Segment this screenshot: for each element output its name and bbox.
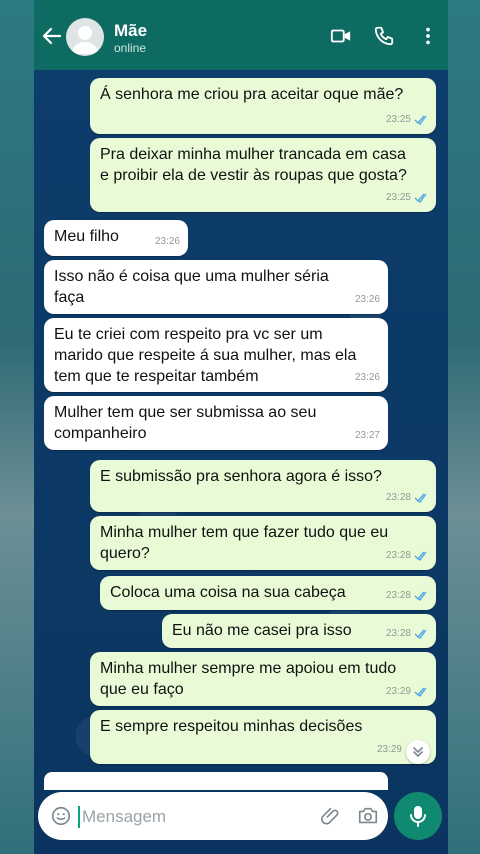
message-time: 23:28	[385, 550, 411, 561]
message-text: Pra deixar minha mulher trancada em casa…	[100, 146, 407, 184]
message-text: Eu te criei com respeito pra vc ser um m…	[54, 326, 357, 385]
chat-screen: Mãe online Á senhora me criou pra aceita…	[34, 0, 448, 854]
message-time: 23:28	[385, 590, 411, 601]
message-text: Mulher tem que ser submissa ao seu compa…	[54, 404, 317, 442]
message-text: Minha mulher sempre me apoiou em tudo qu…	[100, 660, 397, 698]
contact-status: online	[114, 41, 147, 55]
camera-icon[interactable]	[357, 805, 379, 827]
message-time: 23:29	[376, 744, 402, 755]
message-time: 23:25	[385, 192, 411, 203]
message-input[interactable]: Mensagem	[38, 792, 388, 840]
message-time: 23:25	[385, 114, 411, 125]
emoji-icon[interactable]	[50, 805, 72, 827]
read-ticks-icon	[414, 115, 427, 125]
message-bubble[interactable]: Eu te criei com respeito pra vc ser um m…	[44, 318, 388, 392]
message-time: 23:29	[385, 686, 411, 697]
message-bubble[interactable]: Pra deixar minha mulher trancada em casa…	[90, 138, 436, 212]
message-time: 23:28	[385, 492, 411, 503]
microphone-icon	[410, 806, 426, 827]
message-text: Isso não é coisa que uma mulher séria fa…	[54, 268, 329, 306]
message-text: E submissão pra senhora agora é isso?	[100, 468, 382, 485]
read-ticks-icon	[414, 629, 427, 639]
message-bubble[interactable]: Mulher tem que ser submissa ao seu compa…	[44, 396, 388, 450]
message-bubble[interactable]: Coloca uma coisa na sua cabeça 23:28	[100, 576, 436, 610]
message-bubble[interactable]: Isso não é coisa que uma mulher séria fa…	[44, 260, 388, 314]
message-time: 23:26	[154, 236, 180, 247]
phone-call-icon[interactable]	[373, 25, 395, 47]
read-ticks-icon	[414, 551, 427, 561]
message-bubble[interactable]: Á senhora me criou pra aceitar oque mãe?…	[90, 78, 436, 134]
back-arrow-icon[interactable]	[40, 24, 64, 48]
double-chevron-down-icon	[413, 747, 423, 758]
message-text: Minha mulher tem que fazer tudo que eu q…	[100, 524, 389, 562]
contact-name[interactable]: Mãe	[114, 21, 147, 41]
chat-header: Mãe online	[34, 0, 448, 70]
paperclip-icon[interactable]	[320, 805, 342, 827]
scroll-to-bottom-button[interactable]	[406, 740, 430, 764]
read-ticks-icon	[414, 687, 427, 697]
message-time: 23:26	[354, 372, 380, 383]
message-bubble[interactable]: E sempre respeitou minhas decisões 23:29	[90, 710, 436, 764]
message-composer: Mensagem	[34, 788, 448, 854]
message-text: Coloca uma coisa na sua cabeça	[110, 584, 346, 601]
video-call-icon[interactable]	[330, 25, 352, 47]
message-bubble[interactable]: Meu filho 23:26	[44, 220, 188, 256]
message-text: Á senhora me criou pra aceitar oque mãe?	[100, 86, 404, 103]
avatar[interactable]	[66, 18, 104, 56]
message-time: 23:28	[385, 628, 411, 639]
message-bubble[interactable]: Minha mulher tem que fazer tudo que eu q…	[90, 516, 436, 570]
message-bubble[interactable]: E submissão pra senhora agora é isso? 23…	[90, 460, 436, 512]
read-ticks-icon	[414, 493, 427, 503]
more-options-icon[interactable]	[417, 25, 439, 47]
blurred-right-band	[448, 0, 480, 854]
message-bubble[interactable]: Eu não me casei pra isso 23:28	[162, 614, 436, 648]
read-ticks-icon	[414, 193, 427, 203]
message-time: 23:26	[354, 294, 380, 305]
read-ticks-icon	[414, 591, 427, 601]
default-avatar-icon	[71, 26, 99, 54]
blurred-left-band	[0, 0, 34, 854]
message-input-placeholder[interactable]: Mensagem	[78, 806, 166, 828]
message-time: 23:27	[354, 430, 380, 441]
message-text: E sempre respeitou minhas decisões	[100, 718, 363, 735]
voice-message-button[interactable]	[394, 792, 442, 840]
message-bubble[interactable]: Minha mulher sempre me apoiou em tudo qu…	[90, 652, 436, 706]
